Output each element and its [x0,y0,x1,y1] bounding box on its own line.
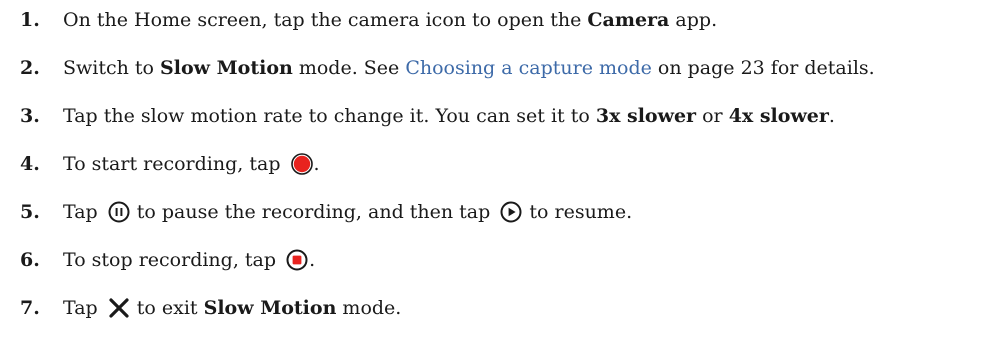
step-number: 5. [20,201,40,223]
step-text-part: . [309,249,316,271]
step-text-part: to resume. [523,201,633,223]
step-text-part: on page 23 for details. [651,57,875,79]
step-number: 1. [20,9,40,31]
step-text-part: mode. See [292,57,406,79]
slow-motion-mode-name: Slow Motion [203,297,337,319]
step-7: 7. Tap to exit Slow Motion mode. [20,293,401,323]
step-text-part: mode. [336,297,402,319]
step-text-part: or [696,105,729,127]
step-5: 5. Tap to pause the recording, and then … [20,197,632,227]
camera-app-name: Camera [587,9,670,31]
step-text-part: Tap [63,297,104,319]
step-text: To stop recording, tap . [63,245,315,275]
record-button-icon [290,153,313,175]
step-text-part: Switch to [63,57,161,79]
step-text-part: app. [669,9,718,31]
step-text-part: . [828,105,835,127]
step-4: 4. To start recording, tap . [20,149,320,179]
step-text: Switch to Slow Motion mode. See Choosing… [63,53,875,83]
close-x-icon [108,297,130,319]
step-1: 1. On the Home screen, tap the camera ic… [20,5,717,35]
slow-motion-mode-name: Slow Motion [160,57,293,79]
rate-option-4x: 4x slower [728,105,829,127]
step-3: 3. Tap the slow motion rate to change it… [20,101,835,131]
step-text-part: To stop recording, tap [63,249,283,271]
step-text: To start recording, tap . [63,149,320,179]
step-number: 7. [20,297,40,319]
step-text: Tap the slow motion rate to change it. Y… [63,101,835,131]
play-resume-button-icon [500,201,522,223]
step-number: 2. [20,57,40,79]
rate-option-3x: 3x slower [595,105,697,127]
step-number: 6. [20,249,40,271]
step-text-part: . [313,153,320,175]
step-2: 2. Switch to Slow Motion mode. See Choos… [20,53,875,83]
step-text: Tap to pause the recording, and then tap… [63,197,632,227]
step-text-part: to exit [130,297,204,319]
step-number: 3. [20,105,40,127]
step-6: 6. To stop recording, tap . [20,245,315,275]
step-text: On the Home screen, tap the camera icon … [63,5,717,35]
choosing-capture-mode-link[interactable]: Choosing a capture mode [405,53,652,83]
step-text-part: On the Home screen, tap the camera icon … [63,9,588,31]
stop-button-icon [286,249,308,271]
step-number: 4. [20,153,40,175]
step-text: Tap to exit Slow Motion mode. [63,293,401,323]
step-text-part: Tap [63,201,104,223]
step-text-part: to pause the recording, and then tap [130,201,497,223]
pause-button-icon [108,201,130,223]
step-text-part: To start recording, tap [63,153,287,175]
step-text-part: Tap the slow motion rate to change it. Y… [63,105,596,127]
